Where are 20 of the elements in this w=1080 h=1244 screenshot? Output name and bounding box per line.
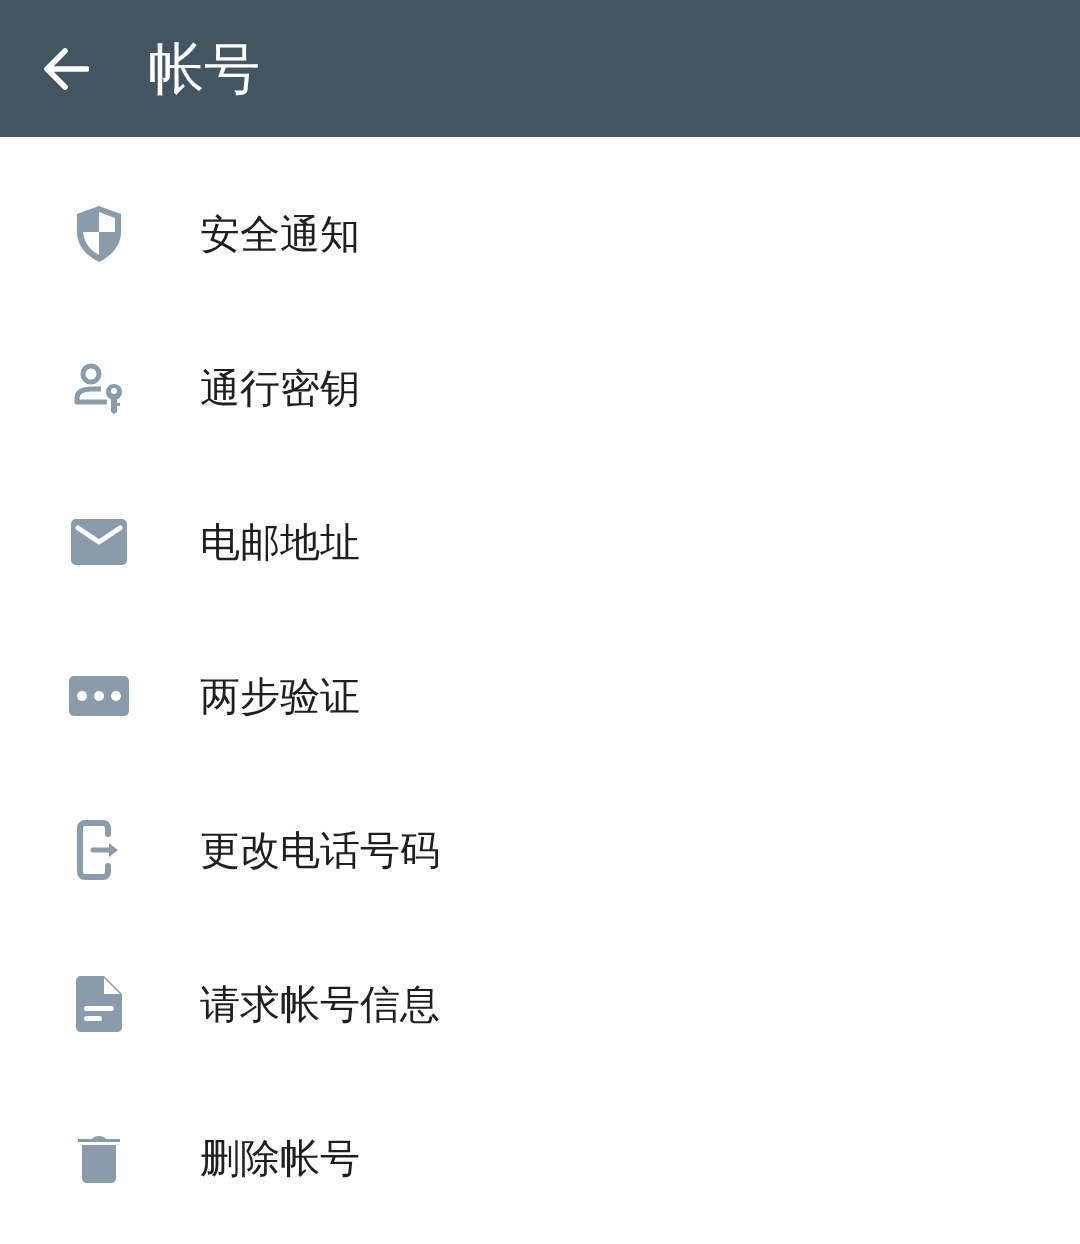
settings-item[interactable]: 两步验证	[0, 619, 1080, 773]
item-label: 通行密钥	[200, 368, 360, 408]
password-dots-icon	[69, 676, 129, 716]
settings-item[interactable]: 更改电话号码	[0, 773, 1080, 927]
settings-item[interactable]: 删除帐号	[0, 1081, 1080, 1235]
item-label: 两步验证	[200, 676, 360, 716]
back-arrow-icon	[43, 47, 89, 90]
trash-icon	[78, 1133, 120, 1183]
item-label: 电邮地址	[200, 522, 360, 562]
settings-item[interactable]: 通行密钥	[0, 311, 1080, 465]
mail-icon	[71, 519, 127, 565]
item-label: 更改电话号码	[200, 830, 440, 870]
settings-item[interactable]: 安全通知	[0, 157, 1080, 311]
item-label: 安全通知	[200, 214, 360, 254]
item-label: 请求帐号信息	[200, 984, 440, 1024]
settings-item[interactable]: 电邮地址	[0, 465, 1080, 619]
document-icon	[76, 976, 122, 1032]
settings-item[interactable]: 请求帐号信息	[0, 927, 1080, 1081]
page-title: 帐号	[148, 40, 260, 97]
item-label: 删除帐号	[200, 1138, 360, 1178]
